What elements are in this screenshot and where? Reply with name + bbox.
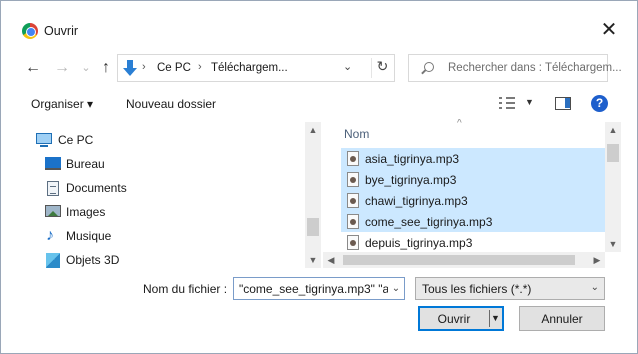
scroll-left-button[interactable]: ◀ [323, 252, 339, 268]
file-name: chawi_tigrinya.mp3 [365, 194, 468, 208]
sort-ascending-icon: ^ [457, 119, 462, 129]
close-button[interactable]: ✕ [597, 18, 621, 42]
file-name: bye_tigrinya.mp3 [365, 173, 457, 187]
cancel-button[interactable]: Annuler [519, 306, 605, 331]
music-icon: ♪ [46, 227, 54, 244]
breadcrumb-downloads[interactable]: Téléchargem... [211, 62, 288, 74]
list-item[interactable]: come_see_tigrinya.mp3 [341, 211, 605, 232]
chevron-down-icon[interactable]: ⌄ [388, 278, 404, 299]
tree-item-bureau[interactable]: Bureau [21, 153, 301, 175]
breadcrumb-separator: › [198, 61, 202, 73]
images-icon [45, 205, 61, 217]
tree-item-label: Musique [66, 229, 112, 243]
back-button[interactable]: ← [25, 59, 41, 77]
file-list-scrollbar[interactable]: ▲ ▼ [605, 122, 621, 252]
recent-locations-button[interactable]: ⌄ [78, 59, 94, 77]
dialog-title: Ouvrir [44, 24, 79, 38]
up-button[interactable]: ↑ [98, 59, 114, 77]
tree-item-label: Images [66, 205, 106, 219]
tree-item-label: Bureau [66, 157, 105, 171]
tree-item-label: Documents [66, 181, 127, 195]
preview-pane-icon[interactable] [555, 97, 571, 110]
file-name: asia_tigrinya.mp3 [365, 152, 460, 166]
search-placeholder: Rechercher dans : Téléchargem... [448, 62, 622, 74]
column-header-name[interactable]: Nom [344, 127, 369, 141]
open-button-label: Ouvrir [437, 312, 471, 326]
open-dialog: Ouvrir ✕ ← → ⌄ ↑ › Ce PC › Téléchargem..… [0, 0, 638, 354]
scroll-up-button[interactable]: ▲ [305, 122, 321, 138]
scroll-down-button[interactable]: ▼ [305, 252, 321, 268]
scroll-thumb[interactable] [607, 144, 619, 162]
tree-item-documents[interactable]: Documents [21, 177, 301, 199]
new-folder-button[interactable]: Nouveau dossier [126, 97, 216, 111]
scroll-right-button[interactable]: ▶ [589, 252, 605, 268]
objects-3d-icon [46, 253, 60, 268]
scroll-down-button[interactable]: ▼ [605, 236, 621, 252]
desktop-icon [45, 157, 61, 170]
documents-icon [47, 181, 59, 196]
chrome-icon [22, 23, 38, 39]
forward-button[interactable]: → [54, 59, 70, 77]
download-arrow-icon [123, 60, 137, 76]
title-bar: Ouvrir ✕ [1, 1, 637, 41]
scroll-thumb[interactable] [307, 218, 319, 236]
search-box[interactable]: Rechercher dans : Téléchargem... [408, 54, 622, 82]
audio-file-icon [347, 172, 359, 187]
breadcrumb-ce-pc[interactable]: Ce PC [157, 62, 191, 74]
file-type-select[interactable]: Tous les fichiers (*.*) ⌄ [415, 277, 605, 300]
tree-item-label: Ce PC [58, 133, 94, 147]
file-list: ^ Nom asia_tigrinya.mp3 bye_tigrinya.mp3… [331, 119, 605, 254]
pc-icon [36, 133, 52, 147]
help-icon[interactable]: ? [591, 95, 608, 112]
file-name: come_see_tigrinya.mp3 [365, 215, 493, 229]
list-item[interactable]: bye_tigrinya.mp3 [341, 169, 605, 190]
scroll-up-button[interactable]: ▲ [605, 122, 621, 138]
view-dropdown-button[interactable]: ▼ [525, 97, 534, 107]
audio-file-icon [347, 235, 359, 250]
tree-item-label: Objets 3D [66, 253, 120, 267]
navigation-pane: Ce PC Bureau Documents Images ♪ Musique … [21, 122, 326, 268]
cancel-button-label: Annuler [541, 312, 583, 326]
file-type-value: Tous les fichiers (*.*) [422, 282, 532, 296]
filename-field[interactable]: "come_see_tigrinya.mp3" "a ⌄ [233, 277, 405, 300]
tree-item-musique[interactable]: ♪ Musique [21, 225, 301, 247]
tree-item-objets-3d[interactable]: Objets 3D [21, 249, 301, 271]
tree-item-ce-pc[interactable]: Ce PC [21, 129, 301, 151]
audio-file-icon [347, 214, 359, 229]
refresh-button[interactable]: ↻ [371, 58, 393, 78]
view-details-icon[interactable] [499, 97, 515, 109]
address-bar[interactable]: › Ce PC › Téléchargem... ⌄ ↻ [117, 54, 395, 82]
audio-file-icon [347, 151, 359, 166]
tree-item-images[interactable]: Images [21, 201, 301, 223]
tree-scrollbar[interactable]: ▲ ▼ [305, 122, 321, 268]
list-item[interactable]: asia_tigrinya.mp3 [341, 148, 605, 169]
list-item[interactable]: depuis_tigrinya.mp3 [341, 232, 605, 253]
chevron-down-icon[interactable]: ⌄ [343, 60, 352, 73]
breadcrumb-separator: › [142, 61, 146, 73]
chevron-down-icon: ⌄ [590, 282, 599, 293]
open-button[interactable]: Ouvrir ▼ [418, 306, 504, 331]
search-icon [421, 62, 434, 74]
open-split-dropdown[interactable]: ▼ [489, 310, 501, 327]
file-name: depuis_tigrinya.mp3 [365, 236, 473, 250]
audio-file-icon [347, 193, 359, 208]
filename-value: "come_see_tigrinya.mp3" "a [239, 282, 390, 296]
organize-button[interactable]: Organiser ▾ [31, 97, 93, 111]
file-list-hscrollbar[interactable]: ◀ ▶ [323, 252, 605, 268]
filename-label: Nom du fichier : [143, 282, 228, 296]
scroll-thumb[interactable] [343, 255, 575, 265]
list-item[interactable]: chawi_tigrinya.mp3 [341, 190, 605, 211]
